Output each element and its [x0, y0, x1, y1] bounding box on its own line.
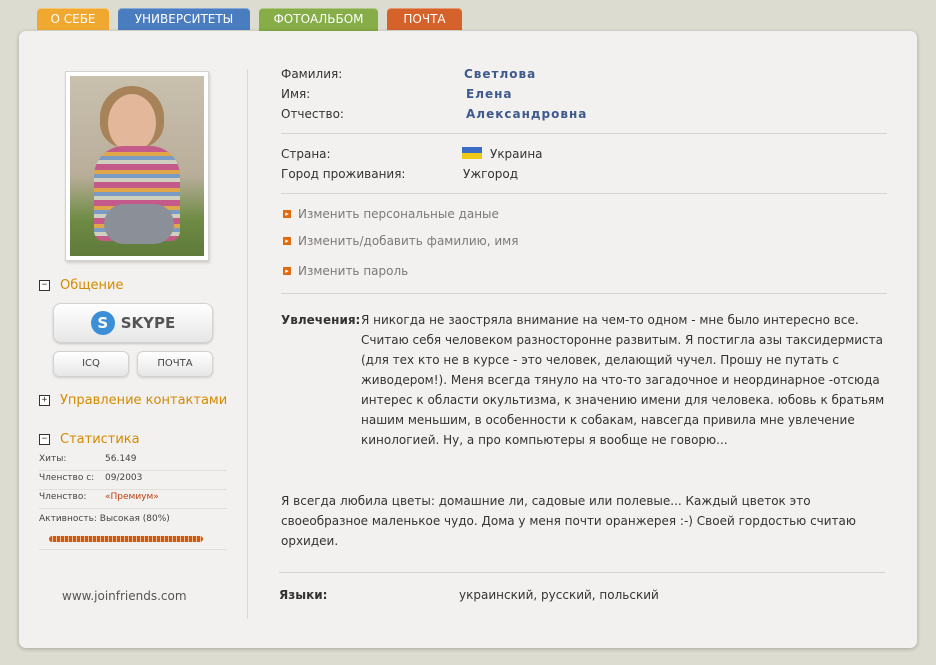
- stats-label: Статистика: [60, 432, 140, 447]
- stat-value: 56.149: [105, 454, 137, 464]
- icq-button[interactable]: ICQ: [53, 351, 129, 377]
- profile-photo[interactable]: [65, 71, 209, 261]
- change-password-link[interactable]: ▸ Изменить пароль: [283, 264, 408, 278]
- ukraine-flag-icon: [462, 147, 482, 159]
- divider: [279, 572, 885, 573]
- communication-label: Общение: [60, 278, 124, 293]
- patronymic-label: Отчество:: [281, 107, 344, 121]
- divider: [281, 193, 887, 194]
- arrow-icon: ▸: [283, 267, 291, 275]
- tab-about[interactable]: О СЕБЕ: [37, 8, 109, 30]
- contacts-label: Управление контактами: [60, 393, 228, 408]
- hobbies-text-2: Я всегда любила цветы: домашние ли, садо…: [281, 494, 856, 548]
- stat-label: Хиты:: [39, 454, 67, 464]
- stat-value: 09/2003: [105, 473, 143, 483]
- arrow-icon: ▸: [283, 210, 291, 218]
- divider: [281, 133, 887, 134]
- tab-universities[interactable]: УНИВЕРСИТЕТЫ: [118, 8, 250, 30]
- tab-mail[interactable]: ПОЧТА: [387, 8, 462, 30]
- edit-personal-link[interactable]: ▸ Изменить персональные даные: [283, 207, 499, 221]
- photo-knees: [104, 204, 174, 244]
- site-url[interactable]: www.joinfriends.com: [62, 589, 187, 603]
- stat-value: «Премиум»: [105, 492, 159, 502]
- mail-button[interactable]: ПОЧТА: [137, 351, 213, 377]
- collapse-icon[interactable]: −: [39, 434, 50, 445]
- surname-value: Светлова: [464, 67, 537, 81]
- hobbies-label: Увлечения:: [281, 313, 361, 327]
- stat-hits: Хиты: 56.149: [39, 451, 227, 471]
- communication-header[interactable]: − Общение: [39, 278, 123, 293]
- link-label: Изменить пароль: [298, 264, 409, 278]
- profile-card: − Общение S SKYPE ICQ ПОЧТА + Управление…: [19, 31, 917, 648]
- stat-label: Активность: Высокая (80%): [39, 514, 170, 524]
- stat-activity: Активность: Высокая (80%): [39, 511, 227, 550]
- name-value: Елена: [466, 87, 513, 101]
- languages-value: украинский, русский, польский: [459, 588, 659, 602]
- photo-image: [70, 76, 204, 256]
- hobbies-block: Увлечения: Я никогда не заостряла вниман…: [281, 310, 893, 450]
- link-label: Изменить персональные даные: [298, 207, 499, 221]
- patronymic-value: Александровна: [466, 107, 588, 121]
- skype-label: SKYPE: [120, 314, 176, 332]
- stat-member-since: Членство с: 09/2003: [39, 470, 227, 490]
- skype-button[interactable]: S SKYPE: [53, 303, 213, 343]
- photo-face: [108, 94, 156, 152]
- stats-header[interactable]: − Статистика: [39, 432, 140, 447]
- divider: [281, 293, 887, 294]
- arrow-icon: ▸: [283, 237, 291, 245]
- column-divider: [247, 69, 248, 619]
- contacts-header[interactable]: + Управление контактами: [39, 393, 227, 408]
- languages-label: Языки:: [279, 588, 328, 602]
- link-label: Изменить/добавить фамилию, имя: [298, 234, 519, 248]
- skype-icon: S: [90, 311, 115, 335]
- collapse-icon[interactable]: −: [39, 280, 50, 291]
- country-label: Страна:: [281, 147, 331, 161]
- edit-name-link[interactable]: ▸ Изменить/добавить фамилию, имя: [283, 234, 518, 248]
- surname-label: Фамилия:: [281, 67, 343, 81]
- stat-membership: Членство: «Премиум»: [39, 489, 227, 509]
- city-label: Город проживания:: [281, 167, 406, 181]
- hobbies-text: Я никогда не заостряла внимание на чем-т…: [361, 313, 885, 447]
- activity-bar: [49, 536, 203, 542]
- expand-icon[interactable]: +: [39, 395, 50, 406]
- stat-label: Членство:: [39, 492, 87, 502]
- country-name: Украина: [490, 147, 543, 161]
- city-value: Ужгород: [463, 167, 519, 181]
- country-value: Украина: [462, 147, 543, 161]
- stat-label: Членство с:: [39, 473, 95, 483]
- name-label: Имя:: [281, 87, 311, 101]
